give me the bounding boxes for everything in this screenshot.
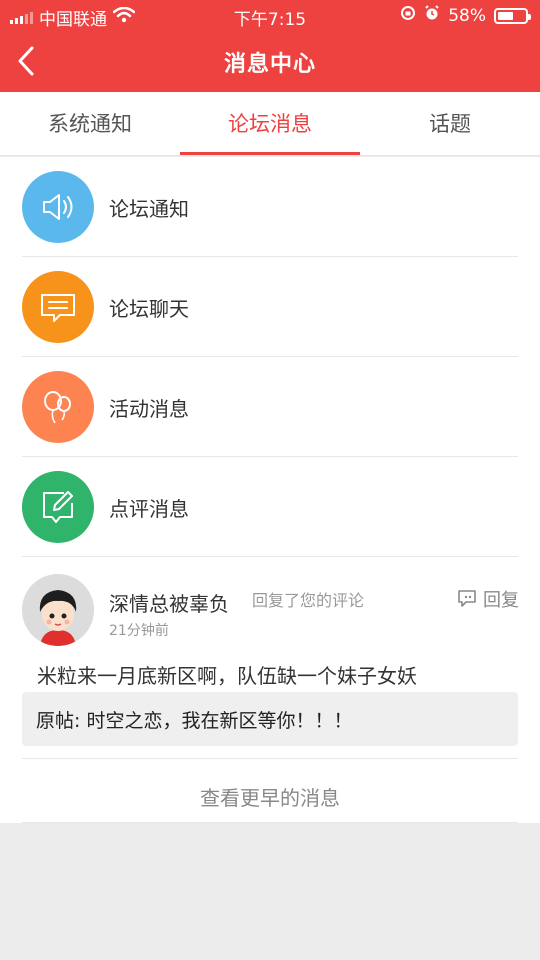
category-forum-notice[interactable]: 论坛通知: [0, 157, 540, 257]
category-label: 活动消息: [109, 397, 189, 421]
tab-forum-messages[interactable]: 论坛消息: [180, 92, 360, 156]
speaker-icon: [22, 171, 94, 243]
message-time: 21分钟前: [109, 623, 169, 639]
status-right: 58%: [400, 5, 531, 26]
tab-topics[interactable]: 话题: [360, 92, 540, 156]
nav-bar: 消息中心: [0, 30, 540, 92]
reply-button[interactable]: 回复: [456, 586, 519, 612]
message-action: 回复了您的评论: [252, 591, 365, 610]
reply-label: 回复: [483, 590, 519, 611]
top-bar: 中国联通 下午7:15 58% 消息中心: [0, 0, 540, 92]
view-earlier-button[interactable]: 查看更早的消息: [0, 782, 540, 811]
tab-system-notice[interactable]: 系统通知: [0, 92, 180, 156]
reply-icon: [458, 590, 476, 607]
avatar[interactable]: [22, 574, 94, 646]
category-forum-chat[interactable]: 论坛聊天: [0, 257, 540, 357]
divider: [22, 556, 518, 557]
category-label: 点评消息: [109, 497, 189, 521]
battery-fill: [498, 11, 514, 20]
active-tab-indicator: [180, 152, 360, 155]
message-username[interactable]: 深情总被辜负: [109, 588, 229, 617]
battery-percent: 58%: [448, 5, 486, 26]
category-review[interactable]: 点评消息: [0, 457, 540, 557]
message-body: 米粒来一月底新区啊，队伍缺一个妹子女妖: [37, 664, 417, 688]
page-title: 消息中心: [223, 52, 316, 77]
chat-icon: [22, 271, 94, 343]
original-post-quote[interactable]: 原帖: 时空之恋，我在新区等你！！！: [22, 692, 518, 746]
divider: [22, 822, 518, 823]
category-label: 论坛聊天: [109, 297, 189, 321]
quote-text: 原帖: 时空之恋，我在新区等你！！！: [36, 710, 353, 732]
divider: [22, 758, 518, 759]
battery-icon: [494, 7, 531, 24]
category-label: 论坛通知: [109, 197, 189, 221]
alarm-icon: [424, 5, 440, 26]
balloon-icon: [22, 371, 94, 443]
message-list: 论坛通知 论坛聊天 活动消息 点评消息 深情总被辜负 回复了您的评论 21分钟前…: [0, 157, 540, 823]
rotation-lock-icon: [400, 5, 416, 26]
tab-bar: 系统通知 论坛消息 话题: [0, 92, 540, 156]
status-bar: 中国联通 下午7:15 58%: [0, 0, 540, 30]
edit-icon: [22, 471, 94, 543]
category-activity[interactable]: 活动消息: [0, 357, 540, 457]
